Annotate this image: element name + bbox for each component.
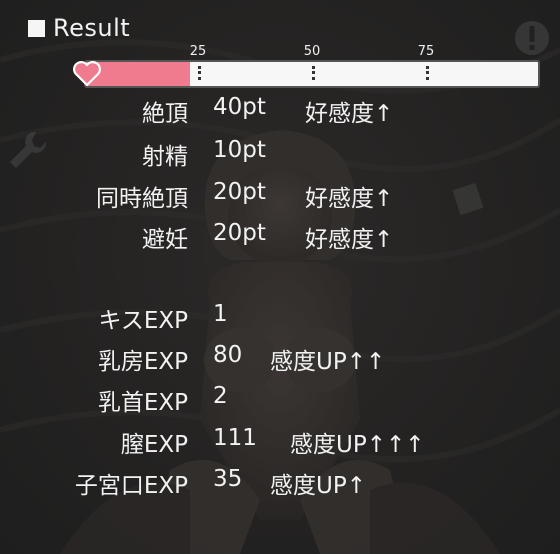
exp-note: 感度UP↑↑	[270, 349, 386, 375]
exp-label: 膣EXP	[120, 432, 188, 458]
stat-row-douji-zetcho: 同時絶頂 20pt 好感度↑	[0, 179, 560, 213]
stat-value: 10pt	[213, 137, 266, 163]
exp-value: 80	[213, 342, 243, 368]
gauge-track	[84, 60, 540, 88]
stat-value: 40pt	[213, 94, 266, 120]
stat-row-hinin: 避妊 20pt 好感度↑	[0, 220, 560, 254]
exp-note: 感度UP↑↑↑	[290, 432, 425, 458]
stat-label: 同時絶頂	[96, 186, 188, 212]
stat-value: 20pt	[213, 179, 266, 205]
exp-row-cervix: 子宮口EXP 35 感度UP↑	[0, 466, 560, 500]
exp-row-vagina: 膣EXP 111 感度UP↑↑↑	[0, 425, 560, 459]
stat-note: 好感度↑	[305, 101, 394, 127]
stat-label: 絶頂	[142, 101, 188, 127]
exp-label: 子宮口EXP	[74, 473, 188, 499]
stat-label: 避妊	[142, 227, 188, 253]
tick-label-75: 75	[417, 44, 435, 59]
heart-icon	[73, 61, 101, 87]
exp-value: 111	[213, 425, 257, 451]
exp-label: キスEXP	[98, 308, 188, 334]
exp-value: 1	[213, 301, 228, 327]
stat-label: 射精	[142, 144, 188, 170]
stat-note: 好感度↑	[305, 186, 394, 212]
gauge-tick-75	[426, 66, 432, 80]
exp-label: 乳房EXP	[97, 349, 188, 375]
exp-value: 2	[213, 383, 228, 409]
page-title: Result	[28, 14, 130, 42]
result-screen: Result 25 50 75 絶頂 40pt 好感度↑ 射精 10pt 同時絶…	[0, 0, 560, 554]
title-square-icon	[28, 19, 45, 37]
affection-gauge: 25 50 75	[72, 44, 542, 90]
exp-row-nipple: 乳首EXP 2	[0, 383, 560, 417]
tick-label-25: 25	[189, 44, 207, 59]
exp-row-breast: 乳房EXP 80 感度UP↑↑	[0, 342, 560, 376]
exp-row-kiss: キスEXP 1	[0, 301, 560, 335]
exp-note: 感度UP↑	[270, 473, 366, 499]
exp-label: 乳首EXP	[97, 390, 188, 416]
stat-value: 20pt	[213, 220, 266, 246]
stat-note: 好感度↑	[305, 227, 394, 253]
title-text: Result	[53, 14, 131, 42]
gauge-tick-25	[198, 66, 204, 80]
tick-label-50: 50	[303, 44, 321, 59]
exp-value: 35	[213, 466, 243, 492]
stat-row-shasei: 射精 10pt	[0, 137, 560, 171]
stat-row-zetcho: 絶頂 40pt 好感度↑	[0, 94, 560, 128]
gauge-tick-50	[312, 66, 318, 80]
